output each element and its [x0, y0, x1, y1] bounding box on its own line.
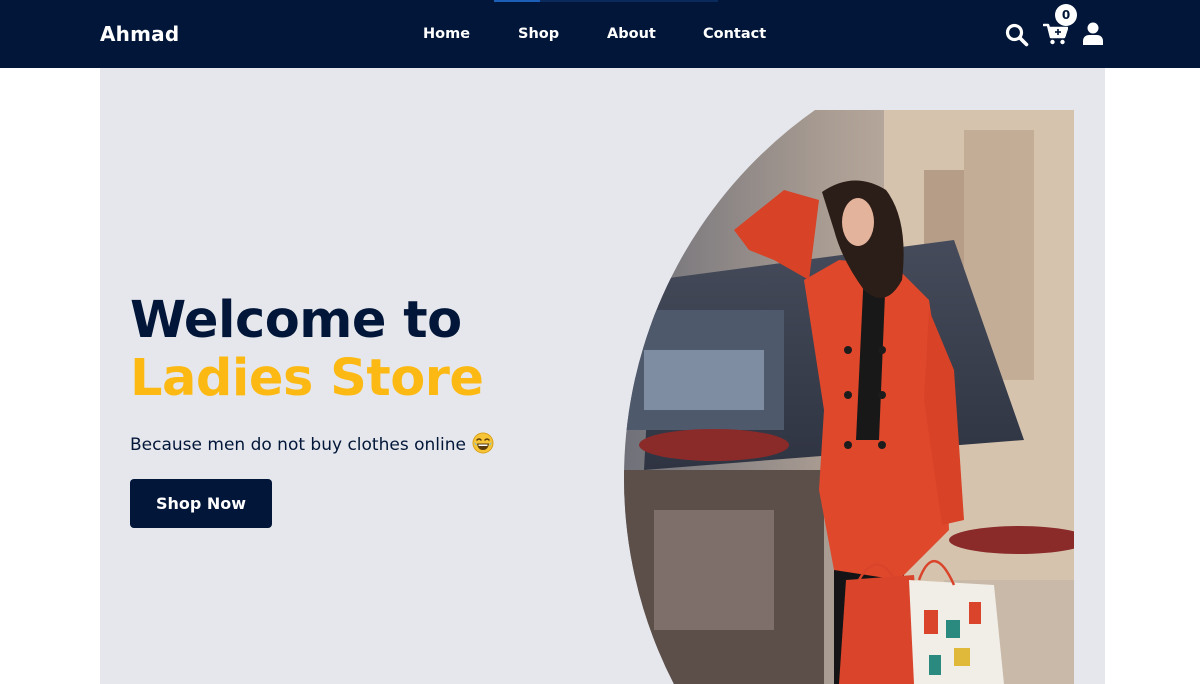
- nav-link-home[interactable]: Home: [423, 26, 470, 42]
- nav-link-about[interactable]: About: [607, 26, 656, 42]
- nav-link-contact[interactable]: Contact: [703, 26, 766, 42]
- cart-count-badge: 0: [1055, 4, 1077, 26]
- laughing-emoji-icon: [472, 432, 494, 454]
- hero-title-line1: Welcome to: [130, 291, 462, 350]
- hero-title-line2: Ladies Store: [130, 349, 484, 408]
- shop-now-button[interactable]: Shop Now: [130, 479, 272, 528]
- nav-link-shop[interactable]: Shop: [518, 26, 559, 42]
- navbar: Ahmad Home Shop About Contact 0: [0, 0, 1200, 68]
- search-icon[interactable]: [1005, 23, 1029, 51]
- nav-loading-bar: [494, 0, 718, 2]
- hero-subtitle-text: Because men do not buy clothes online: [130, 435, 466, 455]
- hero-subtitle: Because men do not buy clothes online: [130, 432, 494, 455]
- hero-section: Welcome to Ladies Store Because men do n…: [100, 68, 1105, 684]
- hero-title: Welcome to Ladies Store: [130, 292, 484, 408]
- cart-icon[interactable]: [1042, 23, 1069, 49]
- user-icon[interactable]: [1083, 22, 1103, 49]
- hero-image: [624, 110, 1074, 684]
